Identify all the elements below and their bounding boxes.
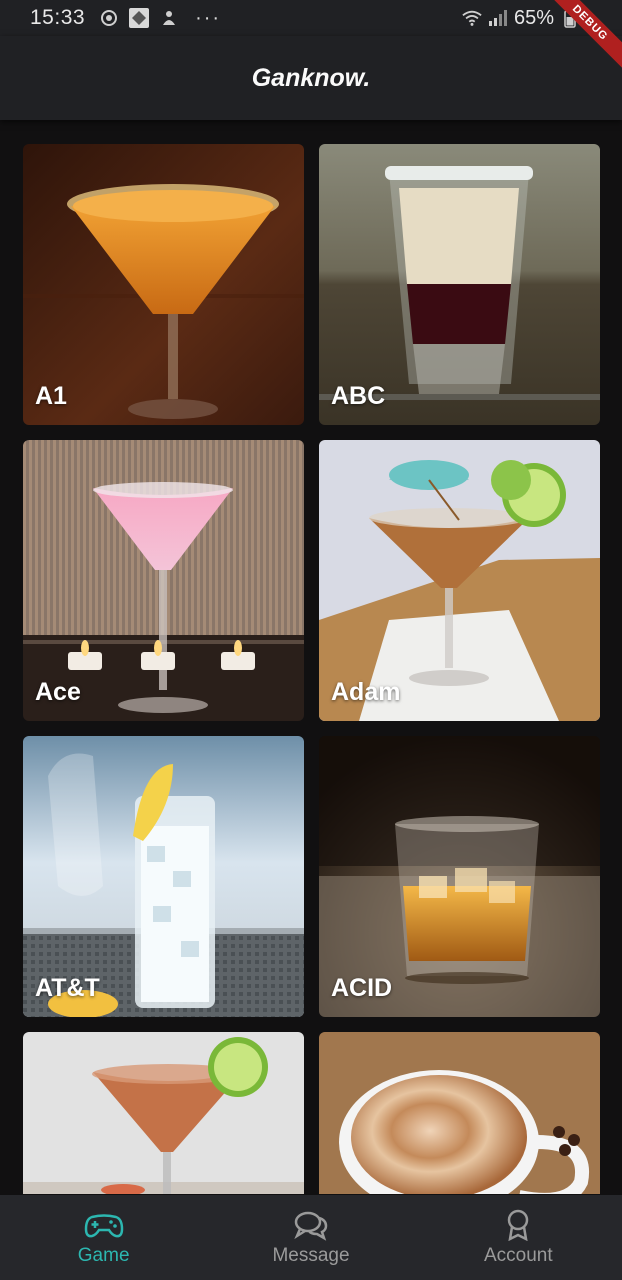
- drink-name: ACID: [331, 974, 393, 1002]
- status-bar: 15:33 ··· 65%: [0, 0, 622, 36]
- status-time: 15:33: [30, 6, 86, 29]
- bottom-navigation: Game Message Account: [0, 1195, 622, 1280]
- drink-card[interactable]: Adam: [319, 440, 600, 721]
- drink-name: A1: [35, 382, 67, 410]
- drink-image: [319, 1032, 600, 1194]
- drink-card[interactable]: AT&T: [23, 736, 304, 1017]
- nav-label-game: Game: [77, 1244, 130, 1266]
- status-system-icons: 65%: [462, 7, 580, 30]
- drink-card[interactable]: A1: [23, 144, 304, 425]
- gamepad-icon: [84, 1209, 124, 1241]
- sync-icon: [99, 8, 119, 28]
- app-bar: Ganknow.: [0, 36, 622, 120]
- drink-name: AT&T: [35, 974, 100, 1002]
- drink-card[interactable]: ABC: [319, 144, 600, 425]
- nav-label-account: Account: [483, 1244, 553, 1266]
- drink-grid: A1 ABC Ace Adam AT&T ACID: [23, 144, 600, 1194]
- nav-item-message[interactable]: Message: [207, 1195, 414, 1280]
- award-icon: [498, 1209, 538, 1241]
- wifi-icon: [462, 8, 482, 28]
- signal-icon: [488, 8, 508, 28]
- drink-card[interactable]: Ace: [23, 440, 304, 721]
- more-icon: ···: [195, 6, 222, 29]
- drink-name: Adam: [331, 678, 401, 706]
- drink-card[interactable]: ACID: [319, 736, 600, 1017]
- notification-icon: [159, 8, 179, 28]
- drink-card[interactable]: [23, 1032, 304, 1194]
- battery-level: 65%: [513, 6, 554, 29]
- app-title: Ganknow.: [251, 63, 371, 92]
- drink-card[interactable]: [319, 1032, 600, 1194]
- drink-name: ABC: [331, 382, 386, 410]
- nav-item-game[interactable]: Game: [0, 1195, 207, 1280]
- drink-name: Ace: [35, 678, 81, 706]
- drink-image: [23, 1032, 304, 1194]
- nav-item-account[interactable]: Account: [415, 1195, 622, 1280]
- status-notification-icons: ···: [99, 7, 221, 30]
- app-icon: [129, 8, 150, 28]
- nav-label-message: Message: [272, 1244, 350, 1266]
- chat-icon: [291, 1209, 331, 1241]
